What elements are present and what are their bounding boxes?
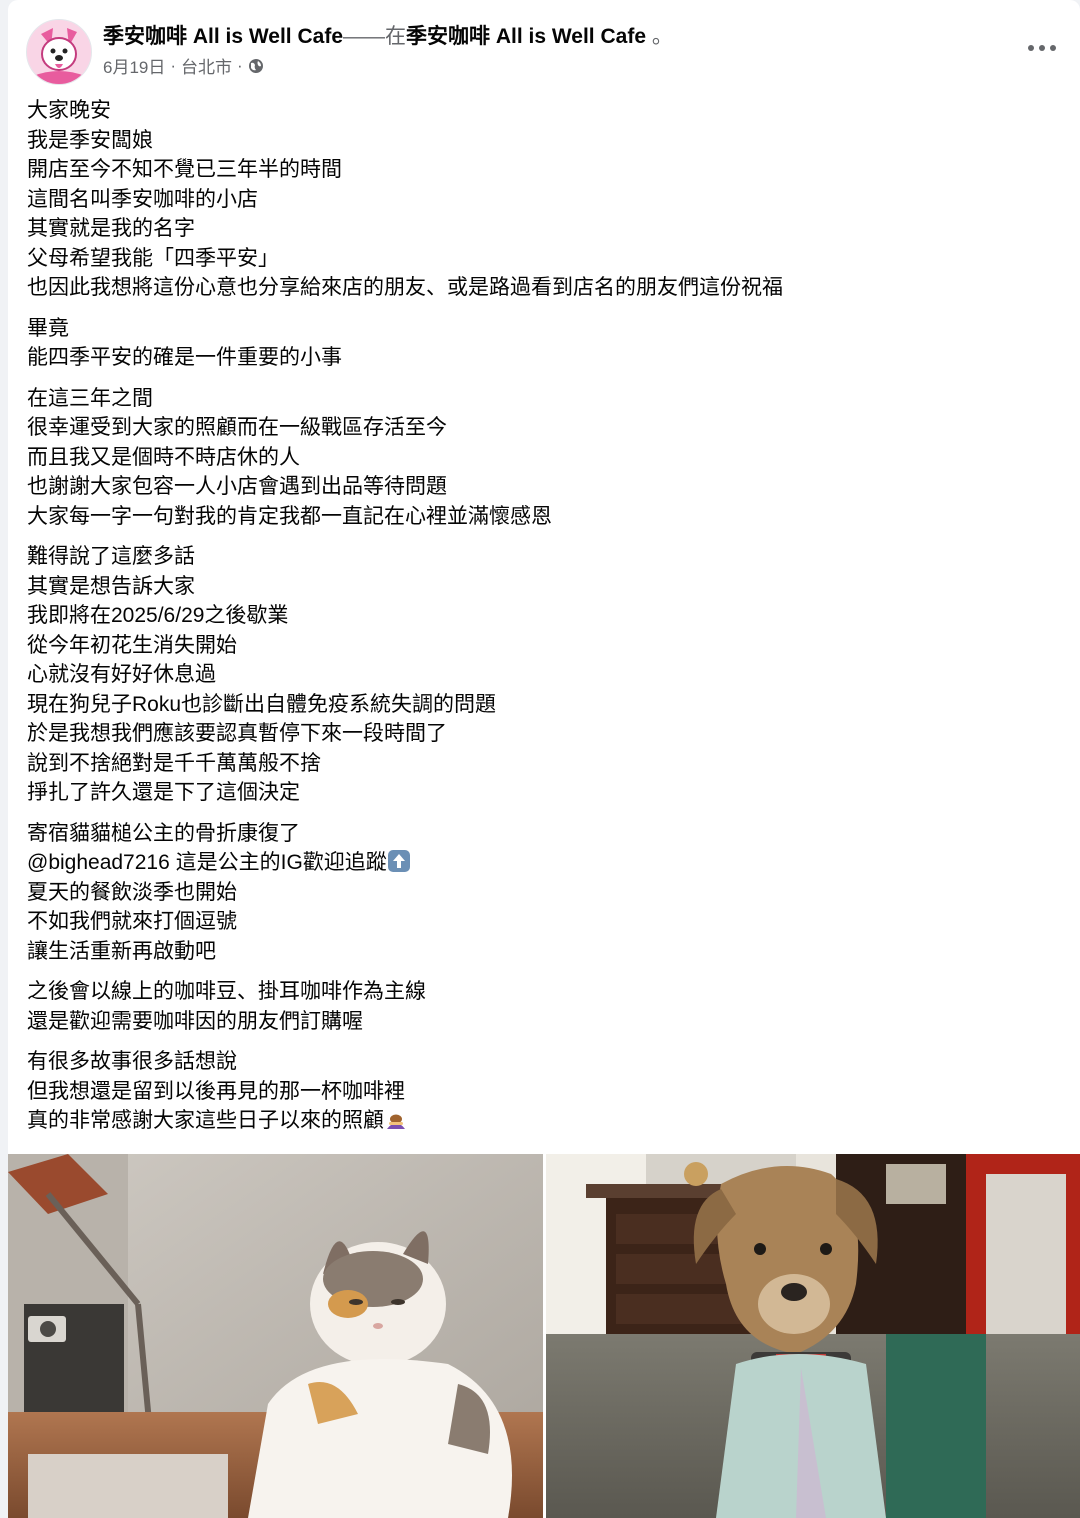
text-line: 其實就是我的名字 (27, 217, 195, 240)
text-line: 不如我們就來打個逗號 (27, 910, 237, 933)
text-line: 能四季平安的確是一件重要的小事 (27, 346, 342, 369)
text-line: 開店至今不知不覺已三年半的時間 (27, 158, 342, 181)
text-line: 但我想還是留到以後再見的那一杯咖啡裡 (27, 1079, 405, 1103)
post-title-line: 季安咖啡 All is Well Cafe——在季安咖啡 All is Well… (103, 20, 673, 50)
paragraph: 之後會以線上的咖啡豆、掛耳咖啡作為主線 還是歡迎需要咖啡因的朋友們訂購喔 (27, 977, 1057, 1036)
text-line: 也因此我想將這份心意也分享給來店的朋友、或是路過看到店名的朋友們這份祝福 (27, 276, 783, 299)
title-connector: ——在 (343, 25, 406, 48)
text-line: 難得說了這麼多話 (27, 545, 195, 568)
paragraph: 難得說了這麼多話 其實是想告訴大家 我即將在2025/6/29之後歇業 從今年初… (27, 542, 1057, 808)
text-line: 之後會以線上的咖啡豆、掛耳咖啡作為主線 (27, 980, 426, 1003)
more-options-icon (1028, 45, 1056, 51)
text-line: 我即將在2025/6/29之後歇業 (27, 604, 289, 627)
text-line: 讓生活重新再啟動吧 (27, 939, 216, 963)
photo-grid (8, 1154, 1080, 1518)
text-line: 也謝謝大家包容一人小店會遇到出品等待問題 (27, 475, 447, 498)
calico-cat-image (8, 1154, 543, 1518)
text-line-with-emoji: @bighead7216 這是公主的IG歡迎追蹤 (27, 848, 1057, 878)
text-line: 現在狗兒子Roku也診斷出自體免疫系統失調的問題 (27, 692, 497, 716)
paragraph: 有很多故事很多話想說 但我想還是留到以後再見的那一杯咖啡裡 真的非常感謝大家這些… (27, 1047, 1057, 1136)
meta-separator: · (237, 55, 243, 75)
text-line: 這間名叫季安咖啡的小店 (27, 187, 258, 211)
post-header: 季安咖啡 All is Well Cafe——在季安咖啡 All is Well… (8, 0, 1080, 90)
text-line: 在這三年之間 (27, 386, 153, 410)
post-card: 季安咖啡 All is Well Cafe——在季安咖啡 All is Well… (8, 0, 1080, 1518)
paragraph: 畢竟 能四季平安的確是一件重要的小事 (27, 314, 1057, 373)
text-line: 很幸運受到大家的照顧而在一級戰區存活至今 (27, 416, 447, 439)
post-meta: 6月19日 · 台北市 · (103, 53, 264, 78)
text-line: 寄宿貓貓槌公主的骨折康復了 (27, 821, 300, 845)
text-line-with-emoji: 真的非常感謝大家這些日子以來的照顧 (27, 1106, 1057, 1136)
title-suffix: 。 (646, 25, 673, 48)
more-options-button[interactable] (1022, 30, 1062, 66)
paragraph: 在這三年之間 很幸運受到大家的照顧而在一級戰區存活至今 而且我又是個時不時店休的… (27, 384, 1057, 532)
paragraph: 大家晚安 我是季安闆娘 開店至今不知不覺已三年半的時間 這間名叫季安咖啡的小店 … (27, 96, 1057, 303)
post-date-link[interactable]: 6月19日 (103, 53, 165, 78)
up-arrow-emoji-icon (387, 849, 411, 873)
text-line: 畢竟 (27, 316, 69, 340)
text-line: 夏天的餐飲淡季也開始 (27, 880, 237, 904)
post-body: 大家晚安 我是季安闆娘 開店至今不知不覺已三年半的時間 這間名叫季安咖啡的小店 … (27, 96, 1057, 1147)
text-line: 有很多故事很多話想說 (27, 1050, 237, 1073)
bowing-person-emoji-icon (384, 1107, 408, 1131)
calico-cat-photo[interactable] (8, 1154, 543, 1518)
text-line: 掙扎了許久還是下了這個決定 (27, 781, 300, 804)
dog-photo[interactable] (546, 1154, 1080, 1518)
dog-image (546, 1154, 1080, 1518)
text-line: 其實是想告訴大家 (27, 574, 195, 598)
dog-logo-icon (27, 20, 91, 84)
meta-separator: · (170, 55, 177, 75)
globe-icon[interactable] (248, 58, 264, 74)
text-line: 還是歡迎需要咖啡因的朋友們訂購喔 (27, 1009, 363, 1033)
text-line: 心就沒有好好休息過 (27, 663, 216, 686)
page-avatar[interactable] (26, 19, 92, 85)
text-line: 說到不捨絕對是千千萬萬般不捨 (27, 751, 321, 775)
location-page-link[interactable]: 季安咖啡 All is Well Cafe (406, 25, 646, 48)
post-place-link[interactable]: 台北市 (181, 53, 232, 78)
text-line: 父母希望我能「四季平安」 (27, 246, 279, 270)
thanks-text: 真的非常感謝大家這些日子以來的照顧 (27, 1109, 384, 1132)
text-line: 從今年初花生消失開始 (27, 633, 237, 657)
paragraph: 寄宿貓貓槌公主的骨折康復了 @bighead7216 這是公主的IG歡迎追蹤 夏… (27, 819, 1057, 967)
author-name-link[interactable]: 季安咖啡 All is Well Cafe (103, 25, 343, 48)
text-line: 大家晚安 (27, 99, 111, 122)
text-line: 大家每一字一句對我的肯定我都一直記在心裡並滿懷感恩 (27, 504, 552, 528)
text-line: 而且我又是個時不時店休的人 (27, 445, 300, 469)
ig-mention-text[interactable]: @bighead7216 這是公主的IG歡迎追蹤 (27, 851, 387, 874)
text-line: 我是季安闆娘 (27, 128, 153, 152)
text-line: 於是我想我們應該要認真暫停下來一段時間了 (27, 722, 447, 745)
